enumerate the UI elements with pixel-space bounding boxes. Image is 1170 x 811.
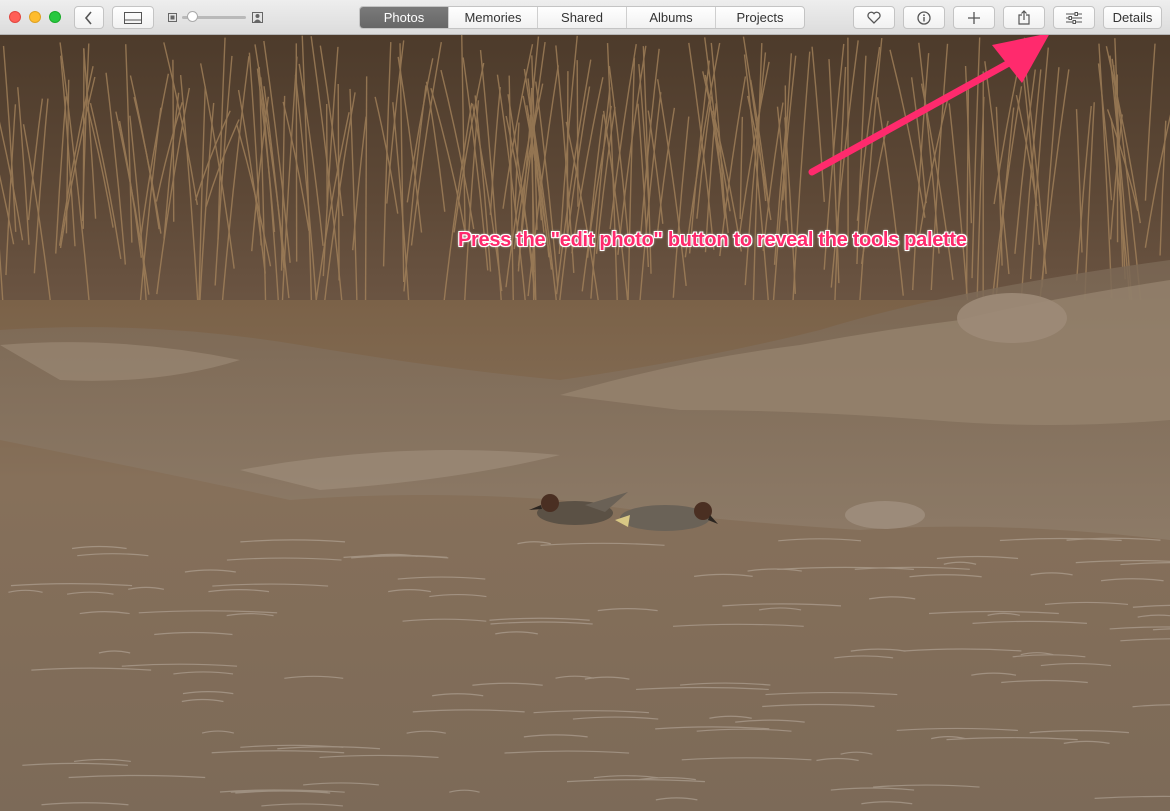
sidebar-view-icon bbox=[124, 11, 142, 24]
photo-viewer[interactable] bbox=[0, 35, 1170, 811]
photo-image bbox=[0, 35, 1170, 811]
view-tabs: Photos Memories Shared Albums Projects bbox=[359, 6, 805, 29]
tab-photos[interactable]: Photos bbox=[360, 7, 448, 28]
annotation-text: Press the "edit photo" button to reveal … bbox=[458, 229, 967, 251]
small-photo-icon bbox=[168, 13, 177, 22]
share-button[interactable] bbox=[1003, 6, 1045, 29]
zoom-slider[interactable] bbox=[182, 11, 246, 22]
chevron-left-icon bbox=[84, 10, 92, 25]
zoom-window-button[interactable] bbox=[49, 11, 61, 23]
add-button[interactable] bbox=[953, 6, 995, 29]
info-icon bbox=[917, 10, 931, 25]
details-label: Details bbox=[1112, 10, 1153, 25]
tab-projects[interactable]: Projects bbox=[715, 7, 804, 28]
info-button[interactable] bbox=[903, 6, 945, 29]
minimize-window-button[interactable] bbox=[29, 11, 41, 23]
heart-icon bbox=[867, 11, 881, 24]
tab-albums[interactable]: Albums bbox=[626, 7, 715, 28]
toolbar: Photos Memories Shared Albums Projects D… bbox=[0, 0, 1170, 35]
plus-icon bbox=[968, 11, 980, 24]
edit-photo-button[interactable] bbox=[1053, 6, 1095, 29]
tab-memories[interactable]: Memories bbox=[448, 7, 537, 28]
large-photo-icon bbox=[252, 12, 263, 23]
view-toggle-button[interactable] bbox=[112, 6, 154, 29]
tab-shared[interactable]: Shared bbox=[537, 7, 626, 28]
back-button[interactable] bbox=[74, 6, 104, 29]
close-window-button[interactable] bbox=[9, 11, 21, 23]
details-button[interactable]: Details bbox=[1103, 6, 1162, 29]
share-icon bbox=[1018, 10, 1030, 25]
favorite-button[interactable] bbox=[853, 6, 895, 29]
sliders-icon bbox=[1066, 11, 1082, 24]
zoom-slider-thumb[interactable] bbox=[187, 11, 199, 22]
